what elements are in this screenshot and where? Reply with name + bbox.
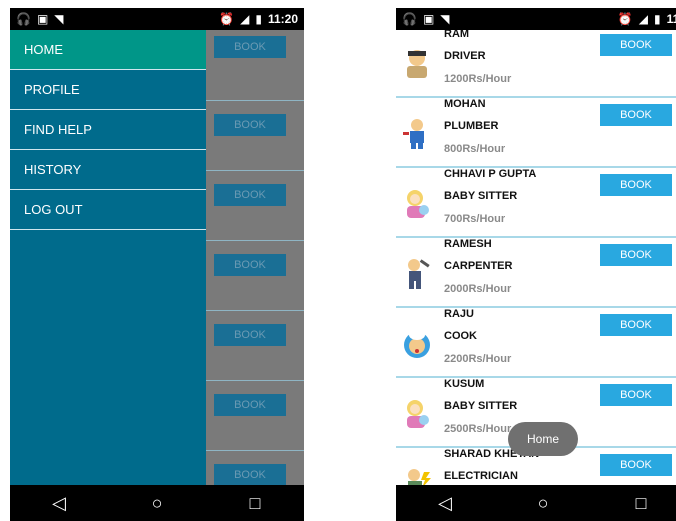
electrician-avatar-icon (408, 469, 431, 485)
book-button[interactable]: BOOK (600, 384, 672, 406)
book-button[interactable]: BOOK (600, 454, 672, 476)
baby-sitter-avatar-icon (407, 190, 429, 218)
back-icon[interactable]: ◁ (425, 493, 465, 514)
nav-bar: ◁ ○ □ (10, 485, 304, 521)
status-bar: 🎧 ▣ ◥ ⏰ ◢ ▮ 11:2 (396, 8, 676, 30)
status-bar: 🎧 ▣ ◥ ⏰ ◢ ▮ 11:20 (10, 8, 304, 30)
helper-name: RAJU (444, 308, 474, 320)
helper-rate: 2200Rs/Hour (444, 353, 512, 365)
plumber-avatar-icon (403, 119, 424, 149)
list-item[interactable]: RAJU COOK 2200Rs/Hour BOOK (396, 308, 676, 378)
wifi-icon: ◥ (54, 12, 64, 26)
list-item[interactable]: RAM DRIVER 1200Rs/Hour BOOK (396, 30, 676, 98)
menu-item-find-help[interactable]: FIND HELP (10, 110, 206, 150)
back-icon[interactable]: ◁ (39, 493, 79, 514)
signal-icon: ◢ (638, 12, 649, 26)
helper-profession: PLUMBER (444, 120, 499, 132)
helper-profession: DRIVER (444, 50, 486, 62)
book-button: BOOK (214, 254, 286, 276)
home-icon[interactable]: ○ (523, 493, 563, 514)
list-item[interactable]: CHHAVI P GUPTA BABY SITTER 700Rs/Hour BO… (396, 168, 676, 238)
menu-item-history[interactable]: HISTORY (10, 150, 206, 190)
menu-item-home[interactable]: HOME (10, 30, 206, 70)
dim-row: BOOK (206, 30, 304, 101)
phone-right: 🎧 ▣ ◥ ⏰ ◢ ▮ 11:2 RAM DRIVER 1200Rs/Hour … (396, 8, 676, 521)
dim-row: BOOK (206, 170, 304, 241)
book-button: BOOK (214, 324, 286, 346)
alarm-icon: ⏰ (617, 12, 633, 26)
status-time: 11:20 (267, 12, 298, 26)
helper-name: KUSUM (444, 378, 485, 390)
helper-name: RAM (444, 30, 470, 40)
helper-profession: CARPENTER (444, 260, 513, 272)
image-icon: ▣ (422, 12, 435, 26)
home-icon[interactable]: ○ (137, 493, 177, 514)
phone-left: 🎧 ▣ ◥ ⏰ ◢ ▮ 11:20 BOOK BOOK BOOK BOOK BO… (10, 8, 304, 521)
toast-message: Home (508, 422, 578, 456)
book-button: BOOK (214, 184, 286, 206)
helper-profession: BABY SITTER (444, 190, 518, 202)
book-button: BOOK (214, 36, 286, 58)
menu-item-log-out[interactable]: LOG OUT (10, 190, 206, 230)
signal-icon: ◢ (240, 12, 250, 26)
helper-list: RAM DRIVER 1200Rs/Hour BOOK MOHAN PLUMBE… (396, 30, 676, 485)
headphones-icon: 🎧 (402, 12, 417, 26)
headphones-icon: 🎧 (16, 12, 31, 26)
wifi-icon: ◥ (440, 12, 450, 26)
nav-bar: ◁ ○ □ (396, 485, 676, 521)
list-item[interactable]: MOHAN PLUMBER 800Rs/Hour BOOK (396, 98, 676, 168)
book-button[interactable]: BOOK (600, 174, 672, 196)
helper-rate: 700Rs/Hour (444, 213, 506, 225)
helper-profession: ELECTRICIAN (444, 470, 518, 482)
cook-avatar-icon (404, 330, 430, 358)
driver-avatar-icon (407, 50, 427, 78)
carpenter-avatar-icon (408, 259, 430, 289)
book-button: BOOK (214, 114, 286, 136)
navigation-drawer: HOME PROFILE FIND HELP HISTORY LOG OUT (10, 30, 206, 485)
recents-icon[interactable]: □ (235, 493, 275, 514)
alarm-icon: ⏰ (219, 12, 235, 26)
helper-profession: BABY SITTER (444, 400, 518, 412)
helper-profession: COOK (444, 330, 477, 342)
dim-row: BOOK (206, 100, 304, 171)
image-icon: ▣ (36, 12, 49, 26)
dim-row: BOOK (206, 240, 304, 311)
helper-rate: 1200Rs/Hour (444, 73, 512, 85)
dim-row: BOOK (206, 310, 304, 381)
helper-name: RAMESH (444, 238, 492, 250)
helper-name: MOHAN (444, 98, 486, 110)
baby-sitter-avatar-icon (407, 400, 429, 428)
list-item[interactable]: RAMESH CARPENTER 2000Rs/Hour BOOK (396, 238, 676, 308)
recents-icon[interactable]: □ (621, 493, 661, 514)
helper-name: CHHAVI P GUPTA (444, 168, 537, 180)
book-button[interactable]: BOOK (600, 314, 672, 336)
dim-row: BOOK (206, 380, 304, 451)
helper-rate: 2500Rs/Hour (444, 423, 512, 435)
book-button[interactable]: BOOK (600, 34, 672, 56)
book-button: BOOK (214, 464, 286, 486)
helper-rate: 2000Rs/Hour (444, 283, 512, 295)
book-button[interactable]: BOOK (600, 104, 672, 126)
battery-icon: ▮ (255, 12, 262, 26)
status-time: 11:2 (666, 12, 676, 26)
battery-icon: ▮ (654, 12, 661, 26)
helper-rate: 800Rs/Hour (444, 143, 506, 155)
book-button: BOOK (214, 394, 286, 416)
menu-item-profile[interactable]: PROFILE (10, 70, 206, 110)
book-button[interactable]: BOOK (600, 244, 672, 266)
